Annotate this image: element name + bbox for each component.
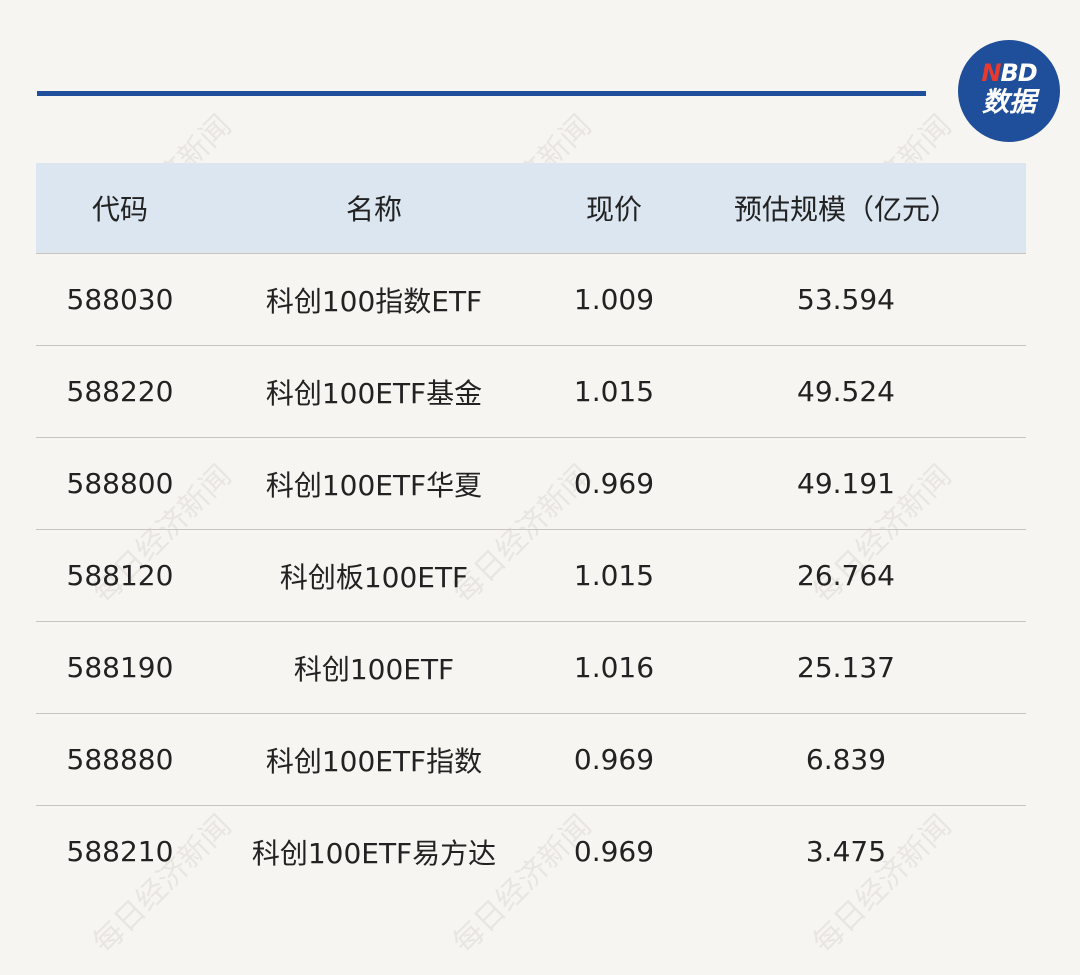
- logo-letter-n: N: [981, 59, 1001, 87]
- table-row: 588220 科创100ETF基金 1.015 49.524: [36, 346, 1026, 438]
- cell-scale: 25.137: [797, 651, 895, 684]
- nbd-data-logo: NBD 数据: [958, 40, 1060, 142]
- cell-name: 科创100指数ETF: [265, 284, 483, 318]
- cell-price: 1.009: [573, 283, 655, 316]
- cell-price: 0.969: [573, 467, 655, 500]
- header-scale: 预估规模（亿元）: [733, 193, 958, 226]
- cell-scale: 26.764: [797, 559, 895, 592]
- cell-scale: 49.191: [797, 467, 895, 500]
- etf-table: 代码 名称 现价 预估规模（亿元） 588030 科创100指数ETF 1.00…: [36, 163, 1026, 897]
- cell-scale: 49.524: [797, 375, 895, 408]
- cell-name: 科创100ETF易方达: [251, 836, 497, 870]
- cell-code: 588190: [66, 651, 174, 684]
- cell-scale: 3.475: [805, 835, 887, 868]
- cell-name: 科创100ETF指数: [265, 744, 483, 778]
- cell-price: 1.015: [573, 375, 655, 408]
- logo-letters-bd: BD: [1000, 59, 1037, 87]
- cell-price: 1.016: [573, 651, 655, 684]
- table-row: 588190 科创100ETF 1.016 25.137: [36, 622, 1026, 714]
- title-divider: [37, 91, 926, 96]
- cell-code: 588880: [66, 743, 174, 776]
- header-name: 名称: [345, 193, 402, 226]
- cell-code: 588210: [66, 835, 174, 868]
- cell-code: 588030: [66, 283, 174, 316]
- table-row: 588210 科创100ETF易方达 0.969 3.475: [36, 806, 1026, 897]
- cell-scale: 53.594: [797, 283, 895, 316]
- cell-price: 1.015: [573, 559, 655, 592]
- cell-price: 0.969: [573, 835, 655, 868]
- cell-name: 科创板100ETF: [279, 560, 469, 594]
- table-header: 代码 名称 现价 预估规模（亿元）: [36, 163, 1026, 254]
- cell-code: 588220: [66, 375, 174, 408]
- table-row: 588800 科创100ETF华夏 0.969 49.191: [36, 438, 1026, 530]
- cell-name: 科创100ETF: [293, 652, 455, 686]
- cell-name: 科创100ETF华夏: [265, 468, 483, 502]
- cell-code: 588120: [66, 559, 174, 592]
- cell-price: 0.969: [573, 743, 655, 776]
- table-row: 588120 科创板100ETF 1.015 26.764: [36, 530, 1026, 622]
- table-row: 588030 科创100指数ETF 1.009 53.594: [36, 254, 1026, 346]
- header-price: 现价: [585, 193, 642, 226]
- table-row: 588880 科创100ETF指数 0.969 6.839: [36, 714, 1026, 806]
- cell-scale: 6.839: [805, 743, 887, 776]
- header-code: 代码: [91, 193, 148, 226]
- cell-code: 588800: [66, 467, 174, 500]
- cell-name: 科创100ETF基金: [265, 376, 483, 410]
- logo-subtitle: 数据: [982, 87, 1036, 118]
